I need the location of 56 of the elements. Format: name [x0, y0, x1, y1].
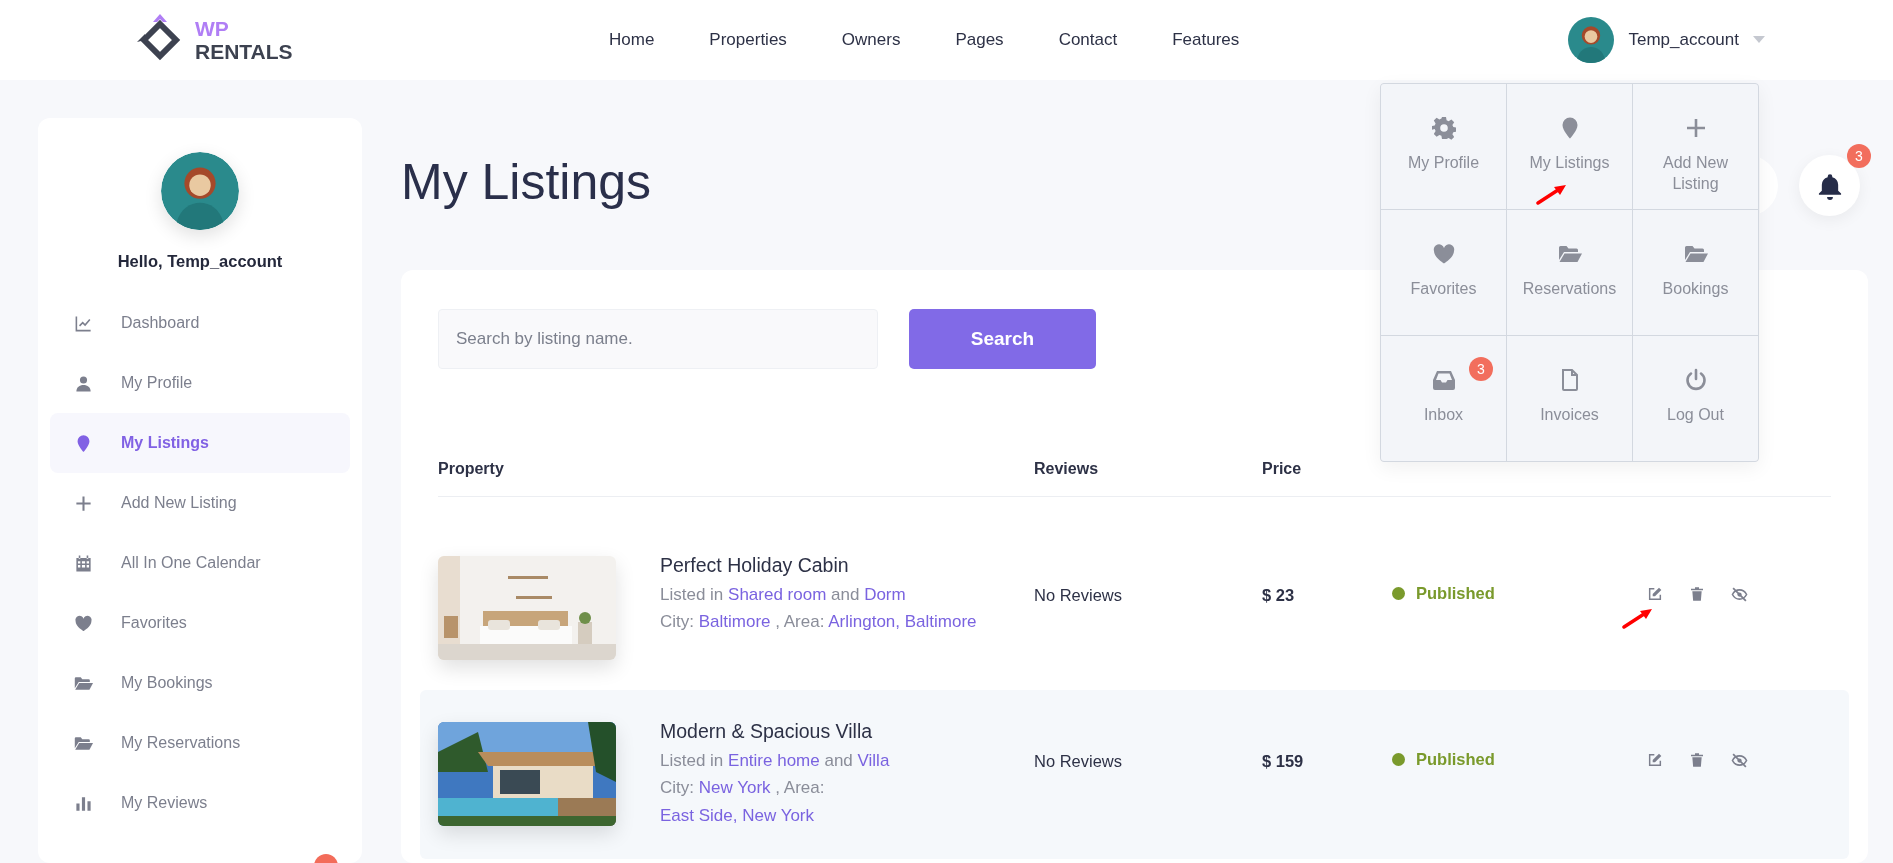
listing-location: City: New York , Area: East Side, New York [660, 777, 826, 827]
nav-link[interactable]: Owners [841, 30, 901, 50]
listing-category: Listed in Entire home and Villa [660, 750, 891, 773]
menu-item[interactable]: Reservations [1507, 210, 1632, 335]
search-button[interactable]: Search [909, 309, 1096, 369]
page-title: My Listings [401, 155, 652, 210]
area-link[interactable]: East Side, New York [660, 805, 815, 825]
sidebar-item[interactable]: Add New Listing [50, 473, 350, 533]
city-link[interactable]: New York [698, 778, 771, 798]
sidebar-item[interactable]: Favorites [50, 593, 350, 653]
nav-link[interactable]: Features [1172, 30, 1240, 50]
menu-item[interactable]: Log Out [1633, 336, 1758, 461]
reviews-text: No Reviews [1034, 585, 1124, 605]
category-link[interactable]: Entire home [728, 751, 820, 771]
nav-link[interactable]: Contact [1058, 30, 1118, 50]
column-header: Price [1262, 459, 1303, 478]
menu-item[interactable]: Bookings [1633, 210, 1758, 335]
menu-item[interactable]: My Listings [1507, 84, 1632, 209]
column-header: Reviews [1034, 459, 1100, 478]
city-link[interactable]: Baltimore [698, 612, 771, 632]
nav-link[interactable]: Home [609, 30, 655, 50]
count-badge: 3 [1469, 357, 1493, 381]
price: $ 159 [1262, 751, 1305, 771]
nav-link[interactable]: Properties [709, 30, 787, 50]
menu-item[interactable]: Favorites [1381, 210, 1506, 335]
reviews-text: No Reviews [1034, 751, 1124, 771]
sidebar-item[interactable]: My Reservations [50, 713, 350, 773]
menu-item[interactable]: Inbox 3 [1381, 336, 1506, 461]
category-link[interactable]: Dorm [864, 585, 906, 605]
sidebar-item[interactable]: All In One Calendar [50, 533, 350, 593]
sidebar-item[interactable]: Dashboard [50, 293, 350, 353]
logo-text: RENTALS [195, 41, 293, 62]
sidebar-item[interactable]: My Profile [50, 353, 350, 413]
column-header: Property [438, 459, 505, 478]
menu-item[interactable]: My Profile [1381, 84, 1506, 209]
listing-location: City: Baltimore , Area: Arlington, Baltimore [660, 611, 978, 634]
area-link[interactable]: Arlington, Baltimore [828, 612, 977, 632]
category-link[interactable]: Shared room [728, 585, 827, 605]
greeting: Hello, Temp_account [116, 252, 284, 271]
sidebar-item[interactable]: My Reviews [50, 773, 350, 833]
menu-item[interactable]: Add New Listing [1633, 84, 1758, 209]
status-label: Published [1416, 584, 1495, 603]
listing-category: Listed in Shared room and Dorm [660, 584, 907, 607]
sidebar-item[interactable]: My Bookings [50, 653, 350, 713]
listing-title[interactable]: Perfect Holiday Cabin [660, 550, 980, 582]
price: $ 23 [1262, 585, 1296, 605]
account-name[interactable]: Temp_account [1628, 30, 1739, 50]
search-field[interactable]: Search by listing name. [438, 309, 878, 369]
status-label: Published [1416, 750, 1495, 769]
menu-item[interactable]: Invoices [1507, 336, 1632, 461]
nav-link[interactable]: Pages [955, 30, 1004, 50]
sidebar-item[interactable]: My Listings [50, 413, 350, 473]
category-link[interactable]: Villa [857, 751, 890, 771]
notification-badge: 3 [1847, 144, 1871, 168]
logo-text: WP [195, 18, 230, 39]
listing-title[interactable]: Modern & Spacious Villa [660, 716, 980, 748]
